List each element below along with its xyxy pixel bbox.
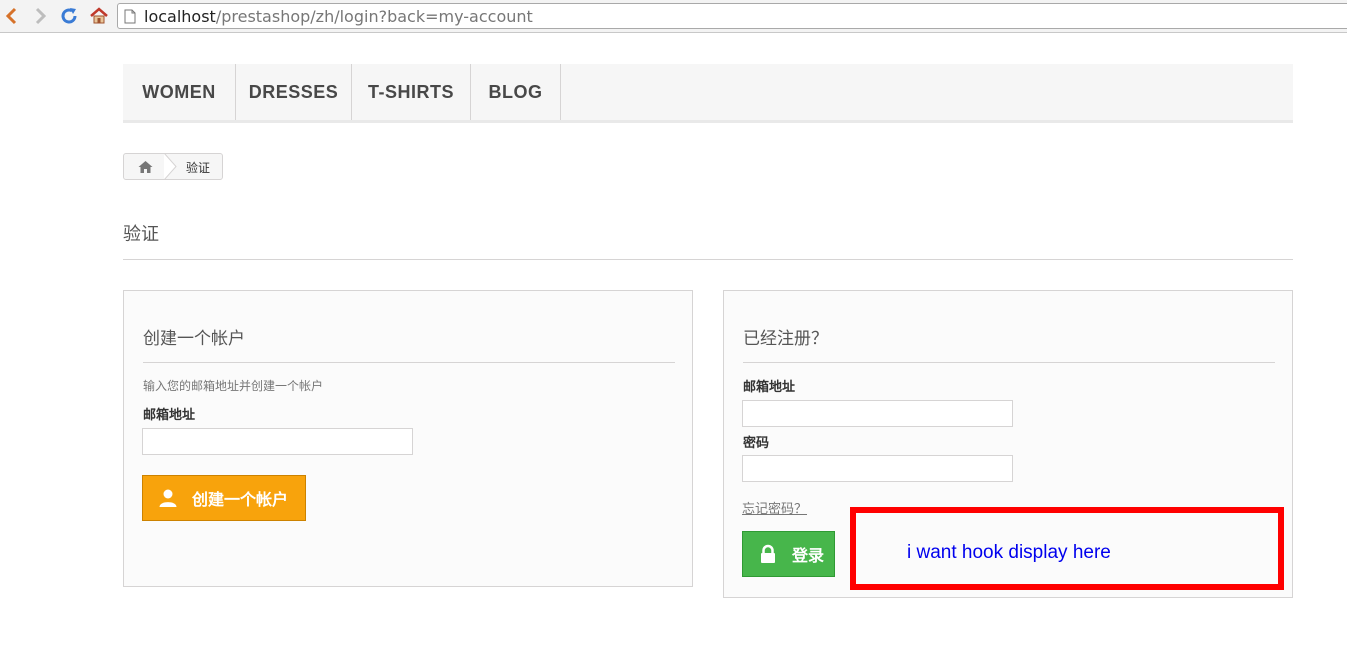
login-password-input[interactable] — [742, 455, 1013, 482]
top-menu: WOMEN DRESSES T-SHIRTS BLOG — [123, 64, 1293, 123]
menu-item-tshirts[interactable]: T-SHIRTS — [352, 64, 471, 120]
address-bar[interactable]: localhost/prestashop/zh/login?back=my-ac… — [117, 3, 1347, 29]
forgot-password-link[interactable]: 忘记密码？ — [742, 498, 807, 517]
create-account-form: 创建一个帐户 输入您的邮箱地址并创建一个帐户 邮箱地址 创建一个帐户 — [123, 290, 693, 587]
chevron-left-icon — [5, 7, 17, 25]
create-account-divider — [143, 362, 675, 363]
login-email-label: 邮箱地址 — [743, 380, 796, 395]
home-icon — [138, 160, 152, 173]
home-button[interactable] — [87, 4, 111, 28]
url-host: localhost — [144, 7, 216, 26]
home-icon — [90, 7, 108, 24]
annotation-text: i want hook display here — [907, 542, 1111, 563]
url-path: /prestashop/zh/login?back=my-account — [215, 7, 533, 26]
chevron-right-icon — [35, 7, 47, 25]
page-title: 验证 — [123, 224, 159, 245]
login-email-input[interactable] — [742, 400, 1013, 427]
create-account-button-label: 创建一个帐户 — [192, 490, 289, 509]
breadcrumb-current: 验证 — [186, 161, 211, 175]
reload-button[interactable] — [57, 4, 81, 28]
url-text: localhost/prestashop/zh/login?back=my-ac… — [144, 7, 533, 26]
back-button[interactable] — [0, 4, 24, 28]
lock-icon — [758, 544, 778, 564]
breadcrumb-home-link[interactable] — [124, 154, 166, 179]
breadcrumb-separator-icon — [164, 154, 177, 179]
login-button[interactable]: 登录 — [742, 531, 835, 577]
menu-item-women[interactable]: WOMEN — [123, 64, 236, 120]
create-account-hint: 输入您的邮箱地址并创建一个帐户 — [143, 379, 324, 393]
browser-toolbar: localhost/prestashop/zh/login?back=my-ac… — [0, 0, 1347, 33]
create-email-label: 邮箱地址 — [143, 408, 196, 423]
create-account-title: 创建一个帐户 — [143, 329, 245, 349]
forward-button[interactable] — [28, 4, 52, 28]
login-password-label: 密码 — [743, 436, 770, 451]
menu-item-dresses[interactable]: DRESSES — [236, 64, 352, 120]
login-button-label: 登录 — [792, 546, 825, 565]
menu-item-blog[interactable]: BLOG — [471, 64, 561, 120]
page-icon — [124, 9, 136, 24]
create-email-input[interactable] — [142, 428, 413, 455]
login-title: 已经注册？ — [743, 329, 828, 349]
user-icon — [158, 488, 178, 508]
heading-divider — [123, 259, 1293, 260]
create-account-button[interactable]: 创建一个帐户 — [142, 475, 306, 521]
breadcrumb: 验证 — [123, 153, 223, 180]
login-divider — [743, 362, 1275, 363]
reload-icon — [61, 8, 77, 24]
